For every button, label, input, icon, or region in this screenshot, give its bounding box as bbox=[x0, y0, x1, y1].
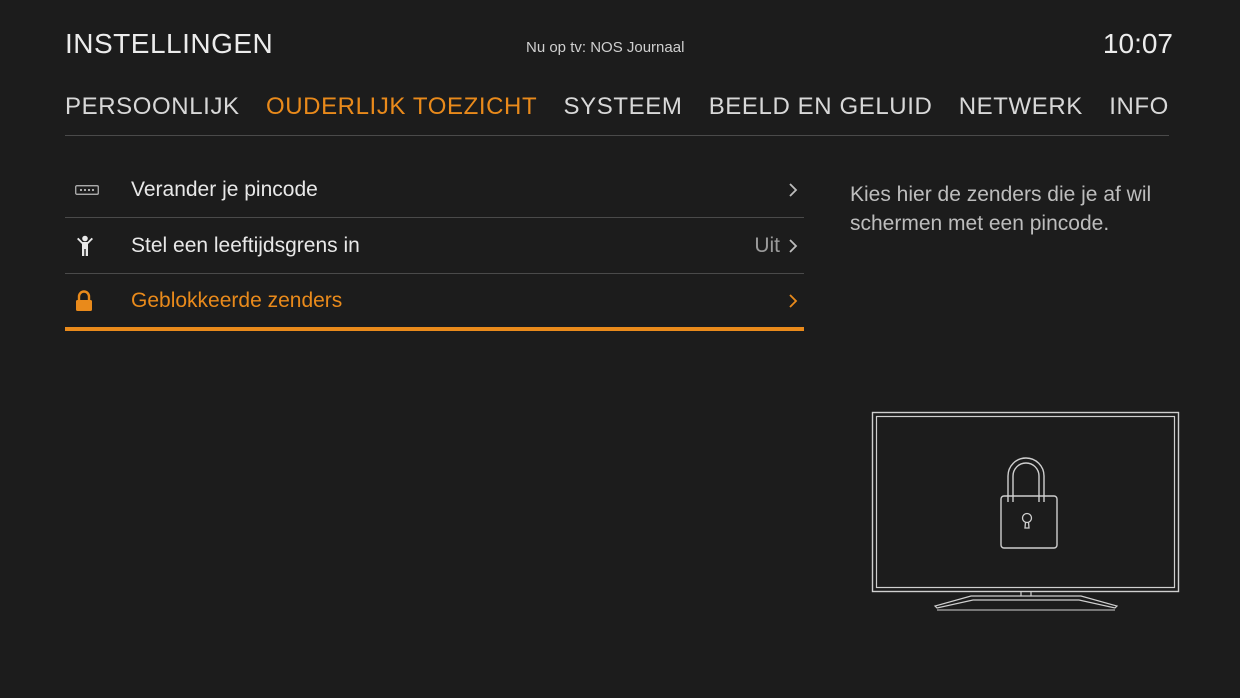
clock: 10:07 bbox=[1102, 28, 1173, 59]
menu-item-label: Stel een leeftijdsgrens in bbox=[131, 233, 360, 257]
menu-item-label: Verander je pincode bbox=[131, 177, 318, 201]
tab-ouderlijk-toezicht[interactable]: OUDERLIJK TOEZICHT bbox=[266, 92, 537, 135]
page-title: INSTELLINGEN bbox=[65, 28, 274, 59]
now-playing-text: Nu op tv: NOS Journaal bbox=[526, 39, 685, 56]
menu-item-label: Geblokkeerde zenders bbox=[131, 288, 343, 312]
tab-persoonlijk[interactable]: PERSOONLIJK bbox=[65, 92, 240, 135]
tv-lock-icon bbox=[871, 411, 1180, 611]
tab-beeld-en-geluid[interactable]: BEELD EN GELUID bbox=[709, 92, 933, 135]
menu-item-verander-pincode[interactable]: Verander je pincode bbox=[65, 162, 804, 218]
lock-icon bbox=[75, 289, 121, 313]
menu-item-leeftijdsgrens[interactable]: Stel een leeftijdsgrens in Uit bbox=[65, 218, 804, 274]
tab-netwerk[interactable]: NETWERK bbox=[959, 92, 1083, 135]
chevron-right-icon bbox=[789, 293, 798, 308]
child-icon bbox=[75, 234, 121, 258]
tab-systeem[interactable]: SYSTEEM bbox=[564, 92, 683, 135]
pincode-icon bbox=[75, 178, 121, 202]
settings-tabs: PERSOONLIJK OUDERLIJK TOEZICHT SYSTEEM B… bbox=[65, 92, 1169, 136]
chevron-right-icon bbox=[789, 182, 798, 197]
menu-item-geblokkeerde-zenders[interactable]: Geblokkeerde zenders bbox=[65, 274, 804, 331]
description-text: Kies hier de zenders die je af wil scher… bbox=[850, 183, 1152, 235]
settings-menu: Verander je pincode Stel een leeftijdsgr… bbox=[65, 162, 804, 331]
tab-info[interactable]: INFO bbox=[1109, 92, 1169, 135]
chevron-right-icon bbox=[789, 238, 798, 253]
menu-item-value: Uit bbox=[754, 233, 780, 257]
